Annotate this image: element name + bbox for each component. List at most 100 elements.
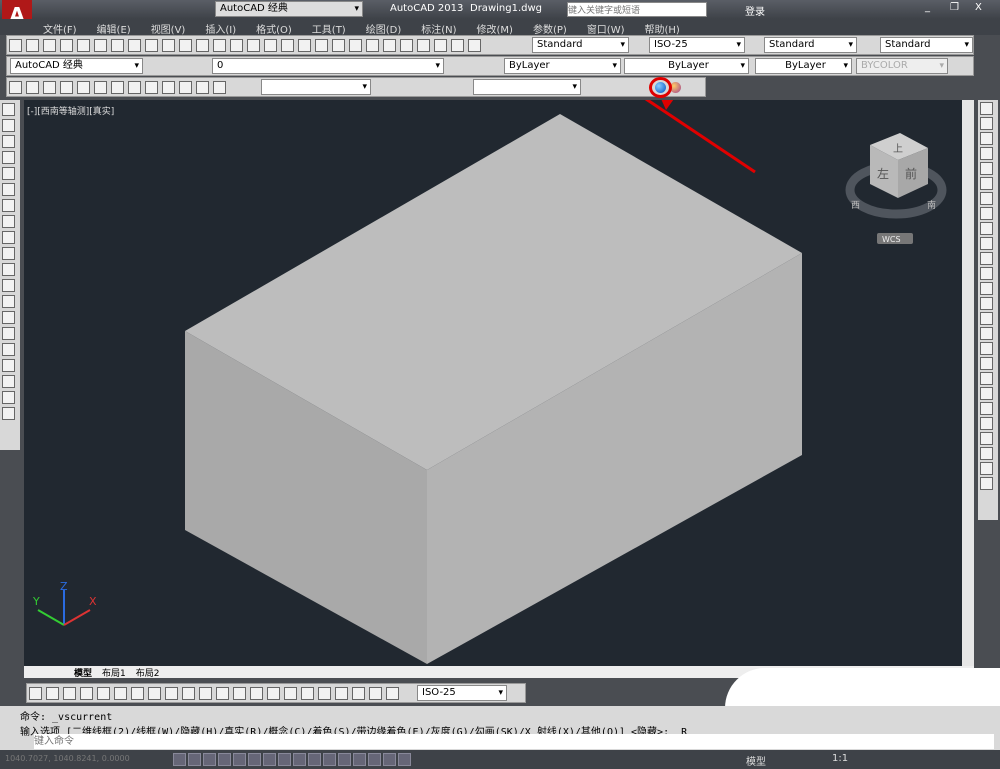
tool-icon[interactable] [315, 39, 328, 52]
text-style-dropdown[interactable]: Standard [532, 37, 629, 53]
status-toggle-icon[interactable] [353, 753, 366, 766]
tool-icon[interactable] [77, 39, 90, 52]
draw-tool-icon[interactable] [2, 167, 15, 180]
status-toggle-icon[interactable] [173, 753, 186, 766]
dim-tool-icon[interactable] [29, 687, 42, 700]
status-toggle-icon[interactable] [218, 753, 231, 766]
model-button[interactable]: 模型 [746, 753, 766, 768]
draw-tool-icon[interactable] [2, 247, 15, 260]
vertical-scrollbar[interactable] [962, 100, 974, 666]
tool-icon[interactable] [94, 39, 107, 52]
dim-tool-icon[interactable] [63, 687, 76, 700]
status-toggle-icon[interactable] [338, 753, 351, 766]
draw-tool-icon[interactable] [2, 295, 15, 308]
close-button[interactable]: X [975, 2, 982, 13]
tool-icon[interactable] [128, 39, 141, 52]
tool-icon[interactable] [162, 39, 175, 52]
drawing-viewport[interactable]: [-][西南等轴测][真实] Z Y X 上 左 前 西 南 WCS [24, 100, 974, 666]
menu-item[interactable]: 帮助(H) [645, 21, 680, 36]
tool-icon[interactable] [111, 39, 124, 52]
tool-icon[interactable] [383, 39, 396, 52]
dim-tool-icon[interactable] [216, 687, 229, 700]
draw-tool-icon[interactable] [2, 215, 15, 228]
draw-tool-icon[interactable] [2, 119, 15, 132]
tool-icon[interactable] [468, 39, 481, 52]
view-tool-icon[interactable] [9, 81, 22, 94]
tool-icon[interactable] [298, 39, 311, 52]
command-input[interactable] [34, 734, 994, 749]
modify-tool-icon[interactable] [980, 162, 993, 175]
dim-tool-icon[interactable] [284, 687, 297, 700]
menu-item[interactable]: 绘图(D) [366, 21, 402, 36]
multileader-style-dropdown[interactable]: Standard [880, 37, 973, 53]
ucs-dropdown[interactable] [473, 79, 581, 95]
view-tool-icon[interactable] [60, 81, 73, 94]
modify-tool-icon[interactable] [980, 312, 993, 325]
dim-tool-icon[interactable] [233, 687, 246, 700]
menu-item[interactable]: 修改(M) [477, 21, 513, 36]
modify-tool-icon[interactable] [980, 102, 993, 115]
menu-item[interactable]: 文件(F) [43, 21, 77, 36]
dim-tool-icon[interactable] [318, 687, 331, 700]
dim-tool-icon[interactable] [182, 687, 195, 700]
tool-icon[interactable] [366, 39, 379, 52]
status-toggle-icon[interactable] [323, 753, 336, 766]
modify-tool-icon[interactable] [980, 132, 993, 145]
linetype-dropdown[interactable]: ByLayer [624, 58, 749, 74]
draw-tool-icon[interactable] [2, 375, 15, 388]
tool-icon[interactable] [230, 39, 243, 52]
annotation-scale[interactable]: 1:1 [832, 753, 848, 764]
tool-icon[interactable] [451, 39, 464, 52]
modify-tool-icon[interactable] [980, 267, 993, 280]
dim-tool-icon[interactable] [80, 687, 93, 700]
draw-tool-icon[interactable] [2, 359, 15, 372]
dim-tool-icon[interactable] [165, 687, 178, 700]
draw-tool-icon[interactable] [2, 343, 15, 356]
view-tool-icon[interactable] [196, 81, 209, 94]
workspace-select[interactable]: AutoCAD 经典 [10, 58, 143, 74]
menu-item[interactable]: 窗口(W) [587, 21, 625, 36]
modify-tool-icon[interactable] [980, 342, 993, 355]
dim-tool-icon[interactable] [199, 687, 212, 700]
plotstyle-dropdown[interactable]: BYCOLOR [856, 58, 948, 74]
view-tool-icon[interactable] [145, 81, 158, 94]
tool-icon[interactable] [213, 39, 226, 52]
status-toggle-icon[interactable] [398, 753, 411, 766]
lineweight-dropdown[interactable]: ByLayer [755, 58, 852, 74]
modify-tool-icon[interactable] [980, 462, 993, 475]
modify-tool-icon[interactable] [980, 297, 993, 310]
dim-tool-icon[interactable] [335, 687, 348, 700]
draw-tool-icon[interactable] [2, 311, 15, 324]
tool-icon[interactable] [179, 39, 192, 52]
tool-icon[interactable] [417, 39, 430, 52]
tool-icon[interactable] [332, 39, 345, 52]
dim-tool-icon[interactable] [148, 687, 161, 700]
view-tool-icon[interactable] [94, 81, 107, 94]
table-style-dropdown[interactable]: Standard [764, 37, 857, 53]
layout-tab[interactable]: 布局1 [102, 669, 126, 679]
view-tool-icon[interactable] [26, 81, 39, 94]
modify-tool-icon[interactable] [980, 117, 993, 130]
draw-tool-icon[interactable] [2, 327, 15, 340]
minimize-button[interactable]: _ [925, 2, 930, 13]
view-tool-icon[interactable] [43, 81, 56, 94]
modify-tool-icon[interactable] [980, 327, 993, 340]
status-toggle-icon[interactable] [188, 753, 201, 766]
modify-tool-icon[interactable] [980, 402, 993, 415]
view-tool-icon[interactable] [111, 81, 124, 94]
status-toggle-icon[interactable] [368, 753, 381, 766]
modify-tool-icon[interactable] [980, 387, 993, 400]
modify-tool-icon[interactable] [980, 207, 993, 220]
status-toggle-icon[interactable] [248, 753, 261, 766]
tool-icon[interactable] [26, 39, 39, 52]
view-tool-icon[interactable] [77, 81, 90, 94]
tool-icon[interactable] [349, 39, 362, 52]
dim-tool-icon[interactable] [250, 687, 263, 700]
modify-tool-icon[interactable] [980, 237, 993, 250]
dim-tool-icon[interactable] [386, 687, 399, 700]
tool-icon[interactable] [434, 39, 447, 52]
menu-item[interactable]: 标注(N) [421, 21, 456, 36]
tool-icon[interactable] [264, 39, 277, 52]
draw-tool-icon[interactable] [2, 263, 15, 276]
draw-tool-icon[interactable] [2, 407, 15, 420]
